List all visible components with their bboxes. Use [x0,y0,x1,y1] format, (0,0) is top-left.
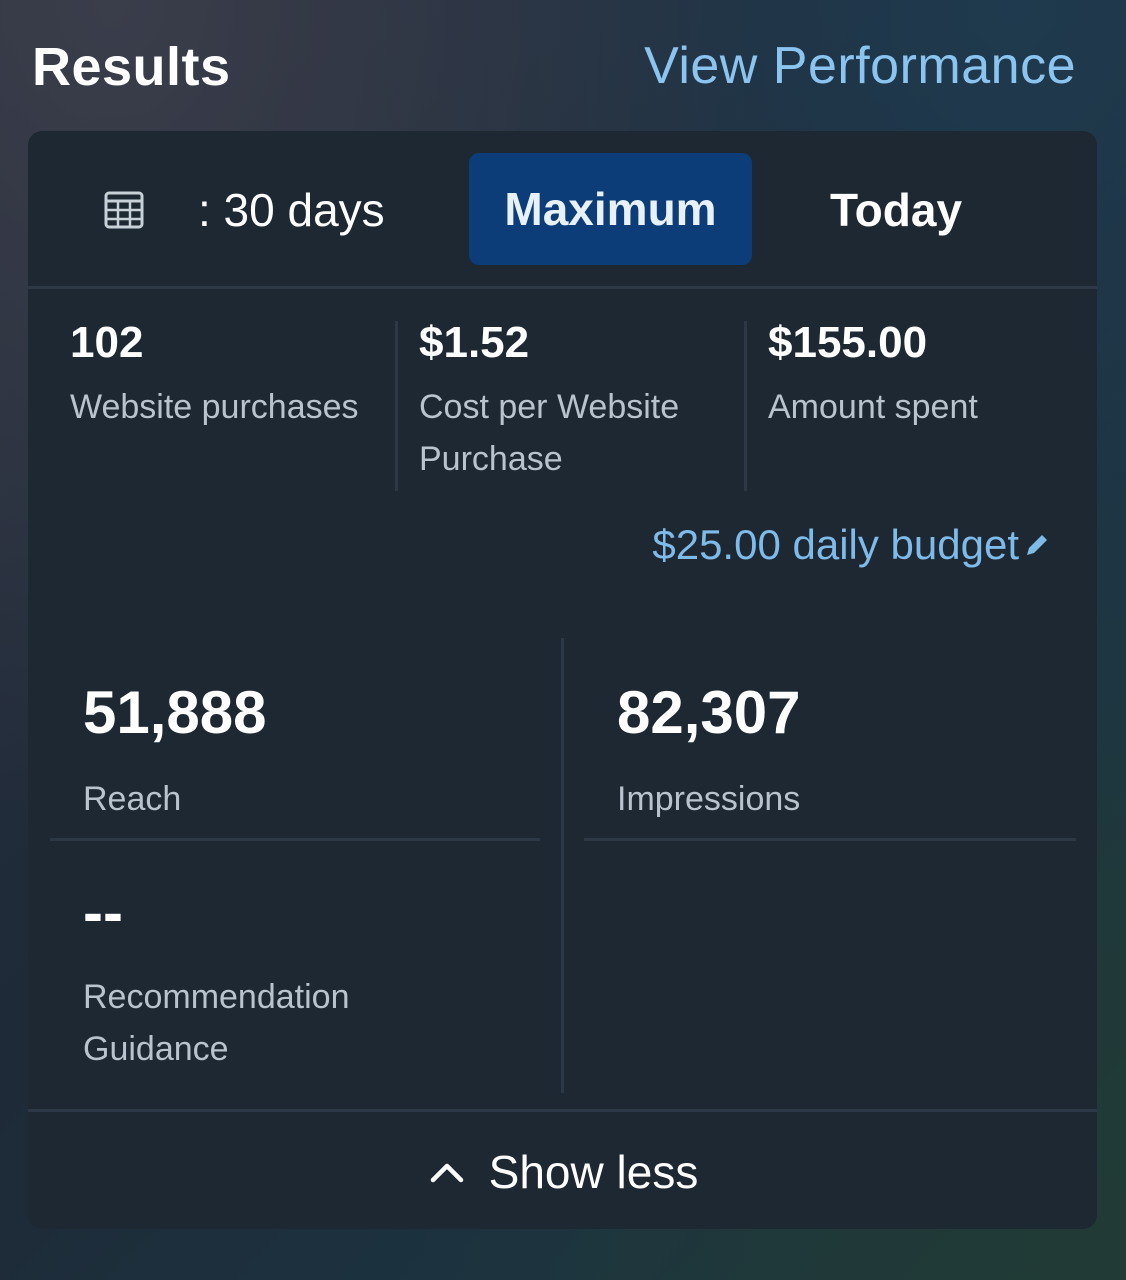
metric-value: 51,888 [83,679,267,746]
period-today-button[interactable]: Today [830,183,962,237]
metric-website-purchases: 102 Website purchases [70,321,390,433]
metric-value: -- [83,879,123,946]
results-header: Results View Performance [0,0,1126,130]
metric-label: Reach [83,780,182,818]
divider [395,321,398,491]
metric-label: Website purchases [70,388,359,426]
daily-budget-link[interactable]: $25.00 daily budget [652,521,1051,569]
metric-value: 82,307 [617,679,801,746]
show-less-button[interactable]: Show less [28,1109,1097,1229]
divider [584,838,1076,841]
metric-value: 102 [70,318,144,367]
divider [561,638,564,1093]
metric-label: Impressions [617,780,801,818]
calendar-icon[interactable] [104,189,144,229]
metric-amount-spent: $155.00 Amount spent [768,321,1068,433]
metric-recommendation-guidance: -- Recommendation Guidance [83,883,423,1075]
page-title: Results [32,37,231,97]
period-maximum-button[interactable]: Maximum [469,153,752,265]
metric-value: $1.52 [419,318,530,367]
metric-value: $155.00 [768,318,928,367]
show-less-label: Show less [488,1146,699,1198]
divider [50,838,540,841]
metric-label: Amount spent [768,388,978,426]
view-performance-link[interactable]: View Performance [644,36,1076,96]
daily-budget-text: $25.00 daily budget [652,521,1019,568]
pencil-icon [1027,535,1047,555]
period-selector: : 30 days Maximum Today [28,131,1097,289]
results-card: : 30 days Maximum Today 102 Website purc… [28,131,1097,1229]
metric-label: Recommendation Guidance [83,978,350,1068]
metric-reach: 51,888 Reach [83,683,267,825]
metric-impressions: 82,307 Impressions [617,683,801,825]
metric-label: Cost per Website Purchase [419,388,680,478]
period-30-days[interactable]: : 30 days [198,183,385,237]
divider [744,321,747,491]
chevron-up-icon [430,1163,463,1183]
metric-cost-per-purchase: $1.52 Cost per Website Purchase [419,321,719,485]
